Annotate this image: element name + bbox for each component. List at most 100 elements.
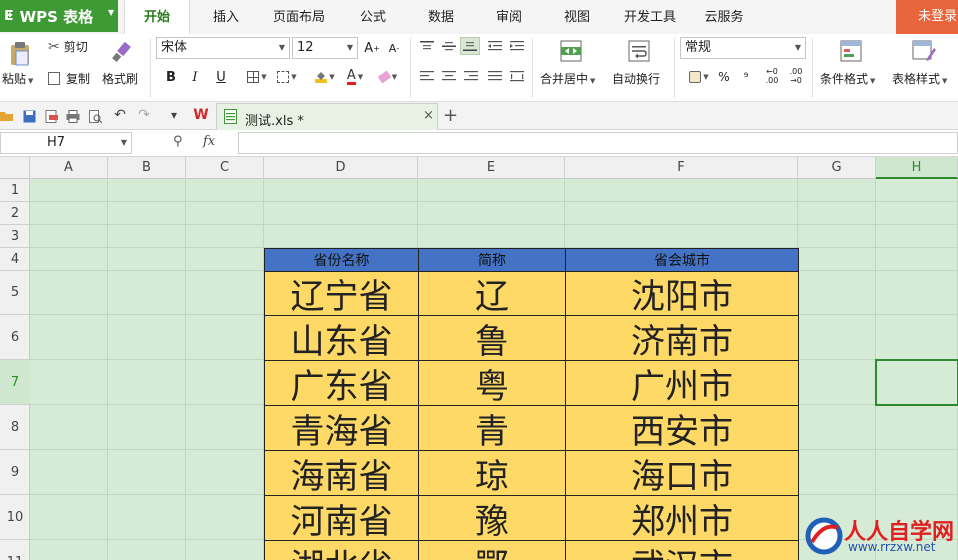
open-folder-icon[interactable] <box>0 109 14 123</box>
tab-review[interactable]: 审阅 <box>488 0 530 34</box>
format-painter-button[interactable]: 格式刷 <box>102 70 138 87</box>
tab-developer[interactable]: 开发工具 <box>614 0 686 34</box>
table-cell[interactable]: 海口市 <box>565 450 799 496</box>
table-header-cell[interactable]: 省会城市 <box>565 248 799 272</box>
row-header-1[interactable]: 1 <box>0 179 30 202</box>
column-header-c[interactable]: C <box>186 157 264 179</box>
save-icon[interactable] <box>22 109 36 123</box>
row-header-10[interactable]: 10 <box>0 495 30 540</box>
close-icon[interactable]: × <box>423 108 434 123</box>
bold-button[interactable]: B <box>162 68 180 86</box>
font-name-select[interactable]: 宋体 ▼ <box>156 37 290 59</box>
indent-increase-icon[interactable] <box>508 38 526 54</box>
table-cell[interactable]: 鲁 <box>418 315 566 361</box>
font-color-button[interactable]: A ▼ <box>340 68 370 86</box>
select-all-corner[interactable] <box>0 157 30 179</box>
table-cell[interactable]: 粤 <box>418 360 566 406</box>
border-button[interactable]: ▼ <box>244 68 270 86</box>
row-header-3[interactable]: 3 <box>0 225 30 248</box>
print-icon[interactable] <box>66 109 80 123</box>
clear-format-button[interactable]: ▼ <box>374 68 402 86</box>
tab-insert[interactable]: 插入 <box>206 0 246 34</box>
row-header-6[interactable]: 6 <box>0 315 30 360</box>
table-cell[interactable]: 辽宁省 <box>264 271 419 316</box>
percent-button[interactable]: % <box>716 68 732 86</box>
table-cell[interactable]: 广东省 <box>264 360 419 406</box>
row-header-7[interactable]: 7 <box>0 360 30 405</box>
row-header-11[interactable]: 11 <box>0 540 30 560</box>
table-cell[interactable]: 湖北省 <box>264 540 419 560</box>
undo-icon[interactable]: ↶ <box>112 107 128 123</box>
fill-color-button[interactable]: ▼ <box>310 68 340 86</box>
thousands-button[interactable]: ⁹ <box>738 68 754 86</box>
table-cell[interactable]: 山东省 <box>264 315 419 361</box>
table-cell[interactable]: 琼 <box>418 450 566 496</box>
function-icon[interactable]: fx <box>203 134 215 149</box>
cell-style-button[interactable]: ▼ <box>274 68 300 86</box>
decrease-decimal-button[interactable]: .00 →0 <box>786 64 806 88</box>
tab-formulas[interactable]: 公式 <box>352 0 394 34</box>
shrink-font-button[interactable]: A- <box>384 39 404 57</box>
align-left-icon[interactable] <box>418 68 436 84</box>
export-pdf-icon[interactable] <box>44 109 58 123</box>
increase-decimal-button[interactable]: ←0.00 <box>762 64 782 88</box>
column-header-f[interactable]: F <box>565 157 798 179</box>
table-cell[interactable]: 济南市 <box>565 315 799 361</box>
name-box[interactable]: H7 ▼ <box>0 132 132 154</box>
conditional-format-icon[interactable] <box>840 40 862 65</box>
table-cell[interactable]: 青海省 <box>264 405 419 451</box>
formula-input[interactable] <box>238 132 958 154</box>
underline-button[interactable]: U <box>212 68 230 86</box>
column-header-d[interactable]: D <box>264 157 418 179</box>
tab-data[interactable]: 数据 <box>420 0 462 34</box>
currency-button[interactable]: ▼ <box>684 68 714 86</box>
table-header-cell[interactable]: 简称 <box>418 248 566 272</box>
tab-home[interactable]: 开始 <box>124 0 190 34</box>
paste-icon[interactable] <box>6 40 34 68</box>
tab-view[interactable]: 视图 <box>556 0 598 34</box>
paste-button[interactable]: 粘贴 ▼ <box>2 70 33 87</box>
table-cell[interactable]: 海南省 <box>264 450 419 496</box>
table-cell[interactable]: 辽 <box>418 271 566 316</box>
table-header-cell[interactable]: 省份名称 <box>264 248 419 272</box>
align-middle-icon[interactable] <box>440 38 458 54</box>
merge-center-button[interactable]: 合并居中 ▼ <box>540 70 595 87</box>
table-cell[interactable]: 郑州市 <box>565 495 799 541</box>
login-button[interactable]: 未登录 <box>896 0 958 34</box>
zoom-icon[interactable]: ⚲ <box>173 134 183 149</box>
print-preview-icon[interactable] <box>88 109 102 123</box>
merge-center-icon[interactable] <box>560 40 582 65</box>
conditional-format-button[interactable]: 条件格式 ▼ <box>820 70 875 87</box>
column-header-h[interactable]: H <box>876 157 958 179</box>
wrap-text-button[interactable]: 自动换行 <box>612 70 660 87</box>
indent-decrease-icon[interactable] <box>486 38 504 54</box>
active-cell-selection[interactable] <box>875 359 958 406</box>
worksheet-grid[interactable]: ABCDEFGH 1234567891011 省份名称简称省会城市辽宁省辽沈阳市… <box>0 157 958 560</box>
table-cell[interactable]: 河南省 <box>264 495 419 541</box>
copy-button[interactable]: 复制 <box>48 70 90 87</box>
document-tab[interactable]: 测试.xls * × <box>216 103 438 130</box>
column-header-b[interactable]: B <box>108 157 186 179</box>
distribute-icon[interactable] <box>508 68 526 84</box>
wps-w-icon[interactable]: W <box>190 107 212 123</box>
table-cell[interactable]: 豫 <box>418 495 566 541</box>
align-right-icon[interactable] <box>462 68 480 84</box>
table-cell[interactable]: 西安市 <box>565 405 799 451</box>
tab-cloud-service[interactable]: 云服务 <box>696 0 752 34</box>
table-style-button[interactable]: 表格样式 ▼ <box>892 70 947 87</box>
table-style-icon[interactable] <box>912 40 936 65</box>
brush-icon[interactable] <box>110 40 134 64</box>
row-header-9[interactable]: 9 <box>0 450 30 495</box>
align-bottom-icon[interactable] <box>460 37 480 55</box>
number-format-select[interactable]: 常规 ▼ <box>680 37 806 59</box>
column-header-a[interactable]: A <box>30 157 108 179</box>
app-menu-button[interactable]: ⵟ WPS 表格 ▼ <box>0 0 118 32</box>
row-header-5[interactable]: 5 <box>0 271 30 315</box>
align-center-icon[interactable] <box>440 68 458 84</box>
justify-icon[interactable] <box>486 68 504 84</box>
customize-toolbar-icon[interactable]: ▾ <box>166 107 182 123</box>
redo-icon[interactable]: ↷ <box>136 107 152 123</box>
table-cell[interactable]: 武汉市 <box>565 540 799 560</box>
wrap-text-icon[interactable] <box>628 40 650 65</box>
table-cell[interactable]: 沈阳市 <box>565 271 799 316</box>
